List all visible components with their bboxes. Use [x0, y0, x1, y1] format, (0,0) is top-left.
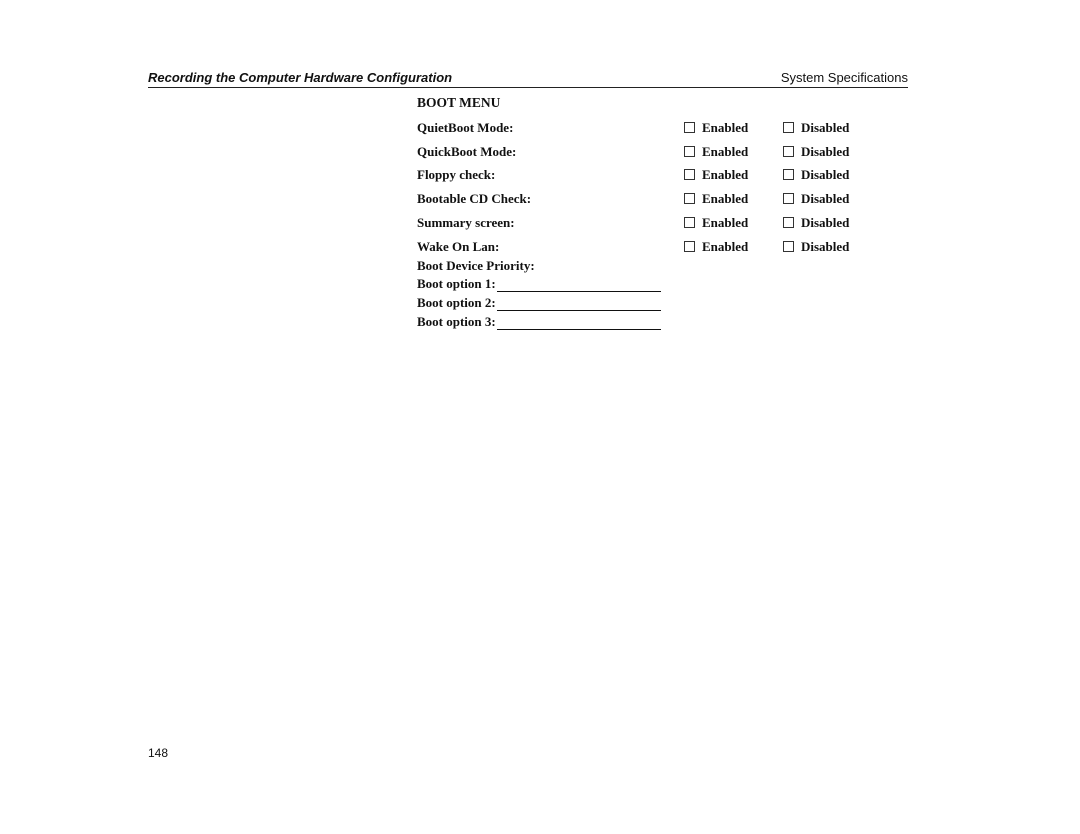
enabled-option[interactable]: Enabled: [684, 167, 748, 183]
option-label: Disabled: [801, 144, 850, 159]
disabled-option[interactable]: Disabled: [783, 144, 849, 160]
setting-label: Summary screen:: [417, 215, 515, 230]
option-label: Disabled: [801, 191, 850, 206]
boot-option-label: Boot option 3:: [417, 314, 496, 329]
enabled-option[interactable]: Enabled: [684, 120, 748, 136]
disabled-option[interactable]: Disabled: [783, 167, 849, 183]
disabled-option[interactable]: Disabled: [783, 191, 849, 207]
setting-row-quietboot: QuietBoot Mode: Enabled Disabled: [417, 120, 877, 138]
setting-row-quickboot: QuickBoot Mode: Enabled Disabled: [417, 144, 877, 162]
setting-row-summary-screen: Summary screen: Enabled Disabled: [417, 215, 877, 233]
boot-option-3: Boot option 3:: [417, 314, 661, 330]
boot-device-priority-heading: Boot Device Priority:: [417, 258, 535, 273]
disabled-option[interactable]: Disabled: [783, 120, 849, 136]
option-label: Disabled: [801, 120, 850, 135]
option-label: Enabled: [702, 144, 749, 159]
checkbox-icon[interactable]: [684, 122, 695, 133]
boot-option-3-field[interactable]: [496, 316, 661, 330]
option-label: Enabled: [702, 120, 749, 135]
section-title: System Specifications: [780, 70, 908, 85]
chapter-title: Recording the Computer Hardware Configur…: [148, 70, 453, 85]
checkbox-icon[interactable]: [783, 193, 794, 204]
enabled-option[interactable]: Enabled: [684, 191, 748, 207]
checkbox-icon[interactable]: [684, 241, 695, 252]
setting-label: QuietBoot Mode:: [417, 120, 514, 135]
checkbox-icon[interactable]: [684, 169, 695, 180]
page-header: Recording the Computer Hardware Configur…: [148, 70, 908, 88]
setting-label: Floppy check:: [417, 167, 496, 182]
enabled-option[interactable]: Enabled: [684, 215, 748, 231]
checkbox-icon[interactable]: [783, 217, 794, 228]
setting-row-floppy-check: Floppy check: Enabled Disabled: [417, 167, 877, 185]
option-label: Disabled: [801, 167, 850, 182]
disabled-option[interactable]: Disabled: [783, 215, 849, 231]
checkbox-icon[interactable]: [783, 146, 794, 157]
option-label: Enabled: [702, 239, 749, 254]
page-number: 148: [148, 746, 169, 760]
option-label: Enabled: [702, 167, 749, 182]
setting-row-bootable-cd: Bootable CD Check: Enabled Disabled: [417, 191, 877, 209]
boot-option-2: Boot option 2:: [417, 295, 661, 311]
boot-option-1: Boot option 1:: [417, 276, 661, 292]
setting-label: Wake On Lan:: [417, 239, 500, 254]
setting-row-wake-on-lan: Wake On Lan: Enabled Disabled: [417, 239, 877, 257]
boot-option-2-field[interactable]: [496, 297, 661, 311]
disabled-option[interactable]: Disabled: [783, 239, 849, 255]
enabled-option[interactable]: Enabled: [684, 144, 748, 160]
setting-label: QuickBoot Mode:: [417, 144, 517, 159]
boot-option-label: Boot option 1:: [417, 276, 496, 291]
option-label: Disabled: [801, 239, 850, 254]
boot-option-label: Boot option 2:: [417, 295, 496, 310]
checkbox-icon[interactable]: [684, 146, 695, 157]
setting-label: Bootable CD Check:: [417, 191, 532, 206]
checkbox-icon[interactable]: [783, 169, 794, 180]
option-label: Enabled: [702, 191, 749, 206]
boot-option-1-field[interactable]: [496, 278, 661, 292]
checkbox-icon[interactable]: [684, 217, 695, 228]
enabled-option[interactable]: Enabled: [684, 239, 748, 255]
checkbox-icon[interactable]: [783, 241, 794, 252]
checkbox-icon[interactable]: [684, 193, 695, 204]
checkbox-icon[interactable]: [783, 122, 794, 133]
option-label: Disabled: [801, 215, 850, 230]
option-label: Enabled: [702, 215, 749, 230]
boot-menu-heading: BOOT MENU: [417, 95, 501, 110]
